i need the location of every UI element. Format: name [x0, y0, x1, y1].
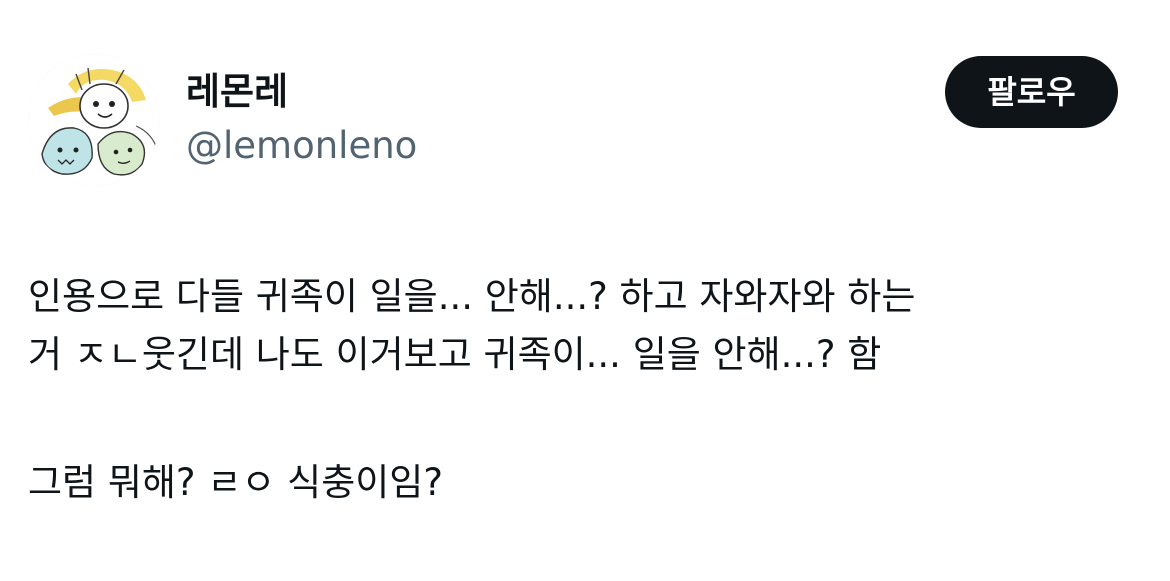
tweet-text-line [28, 384, 1148, 454]
tweet-text-line: 거 ㅈㄴ웃긴데 나도 이거보고 귀족이... 일을 안해...? 함 [28, 333, 882, 376]
tweet-card: 레몬레 @lemonleno 팔로우 인용으로 다들 귀족이 일을... 안해.… [0, 0, 1170, 581]
cartoon-avatar-icon [28, 54, 160, 186]
tweet-text-line: 인용으로 다들 귀족이 일을... 안해...? 하고 자와자와 하는 [28, 275, 916, 318]
follow-button[interactable]: 팔로우 [945, 56, 1118, 128]
tweet-text-line: 그럼 뭐해? ㄹㅇ 식충이임? [28, 461, 443, 504]
profile-avatar[interactable] [28, 54, 160, 186]
author-handle[interactable]: @lemonleno [186, 122, 417, 170]
author-name[interactable]: 레몬레 [186, 68, 288, 116]
tweet-text: 인용으로 다들 귀족이 일을... 안해...? 하고 자와자와 하는 거 ㅈㄴ… [28, 268, 1148, 512]
